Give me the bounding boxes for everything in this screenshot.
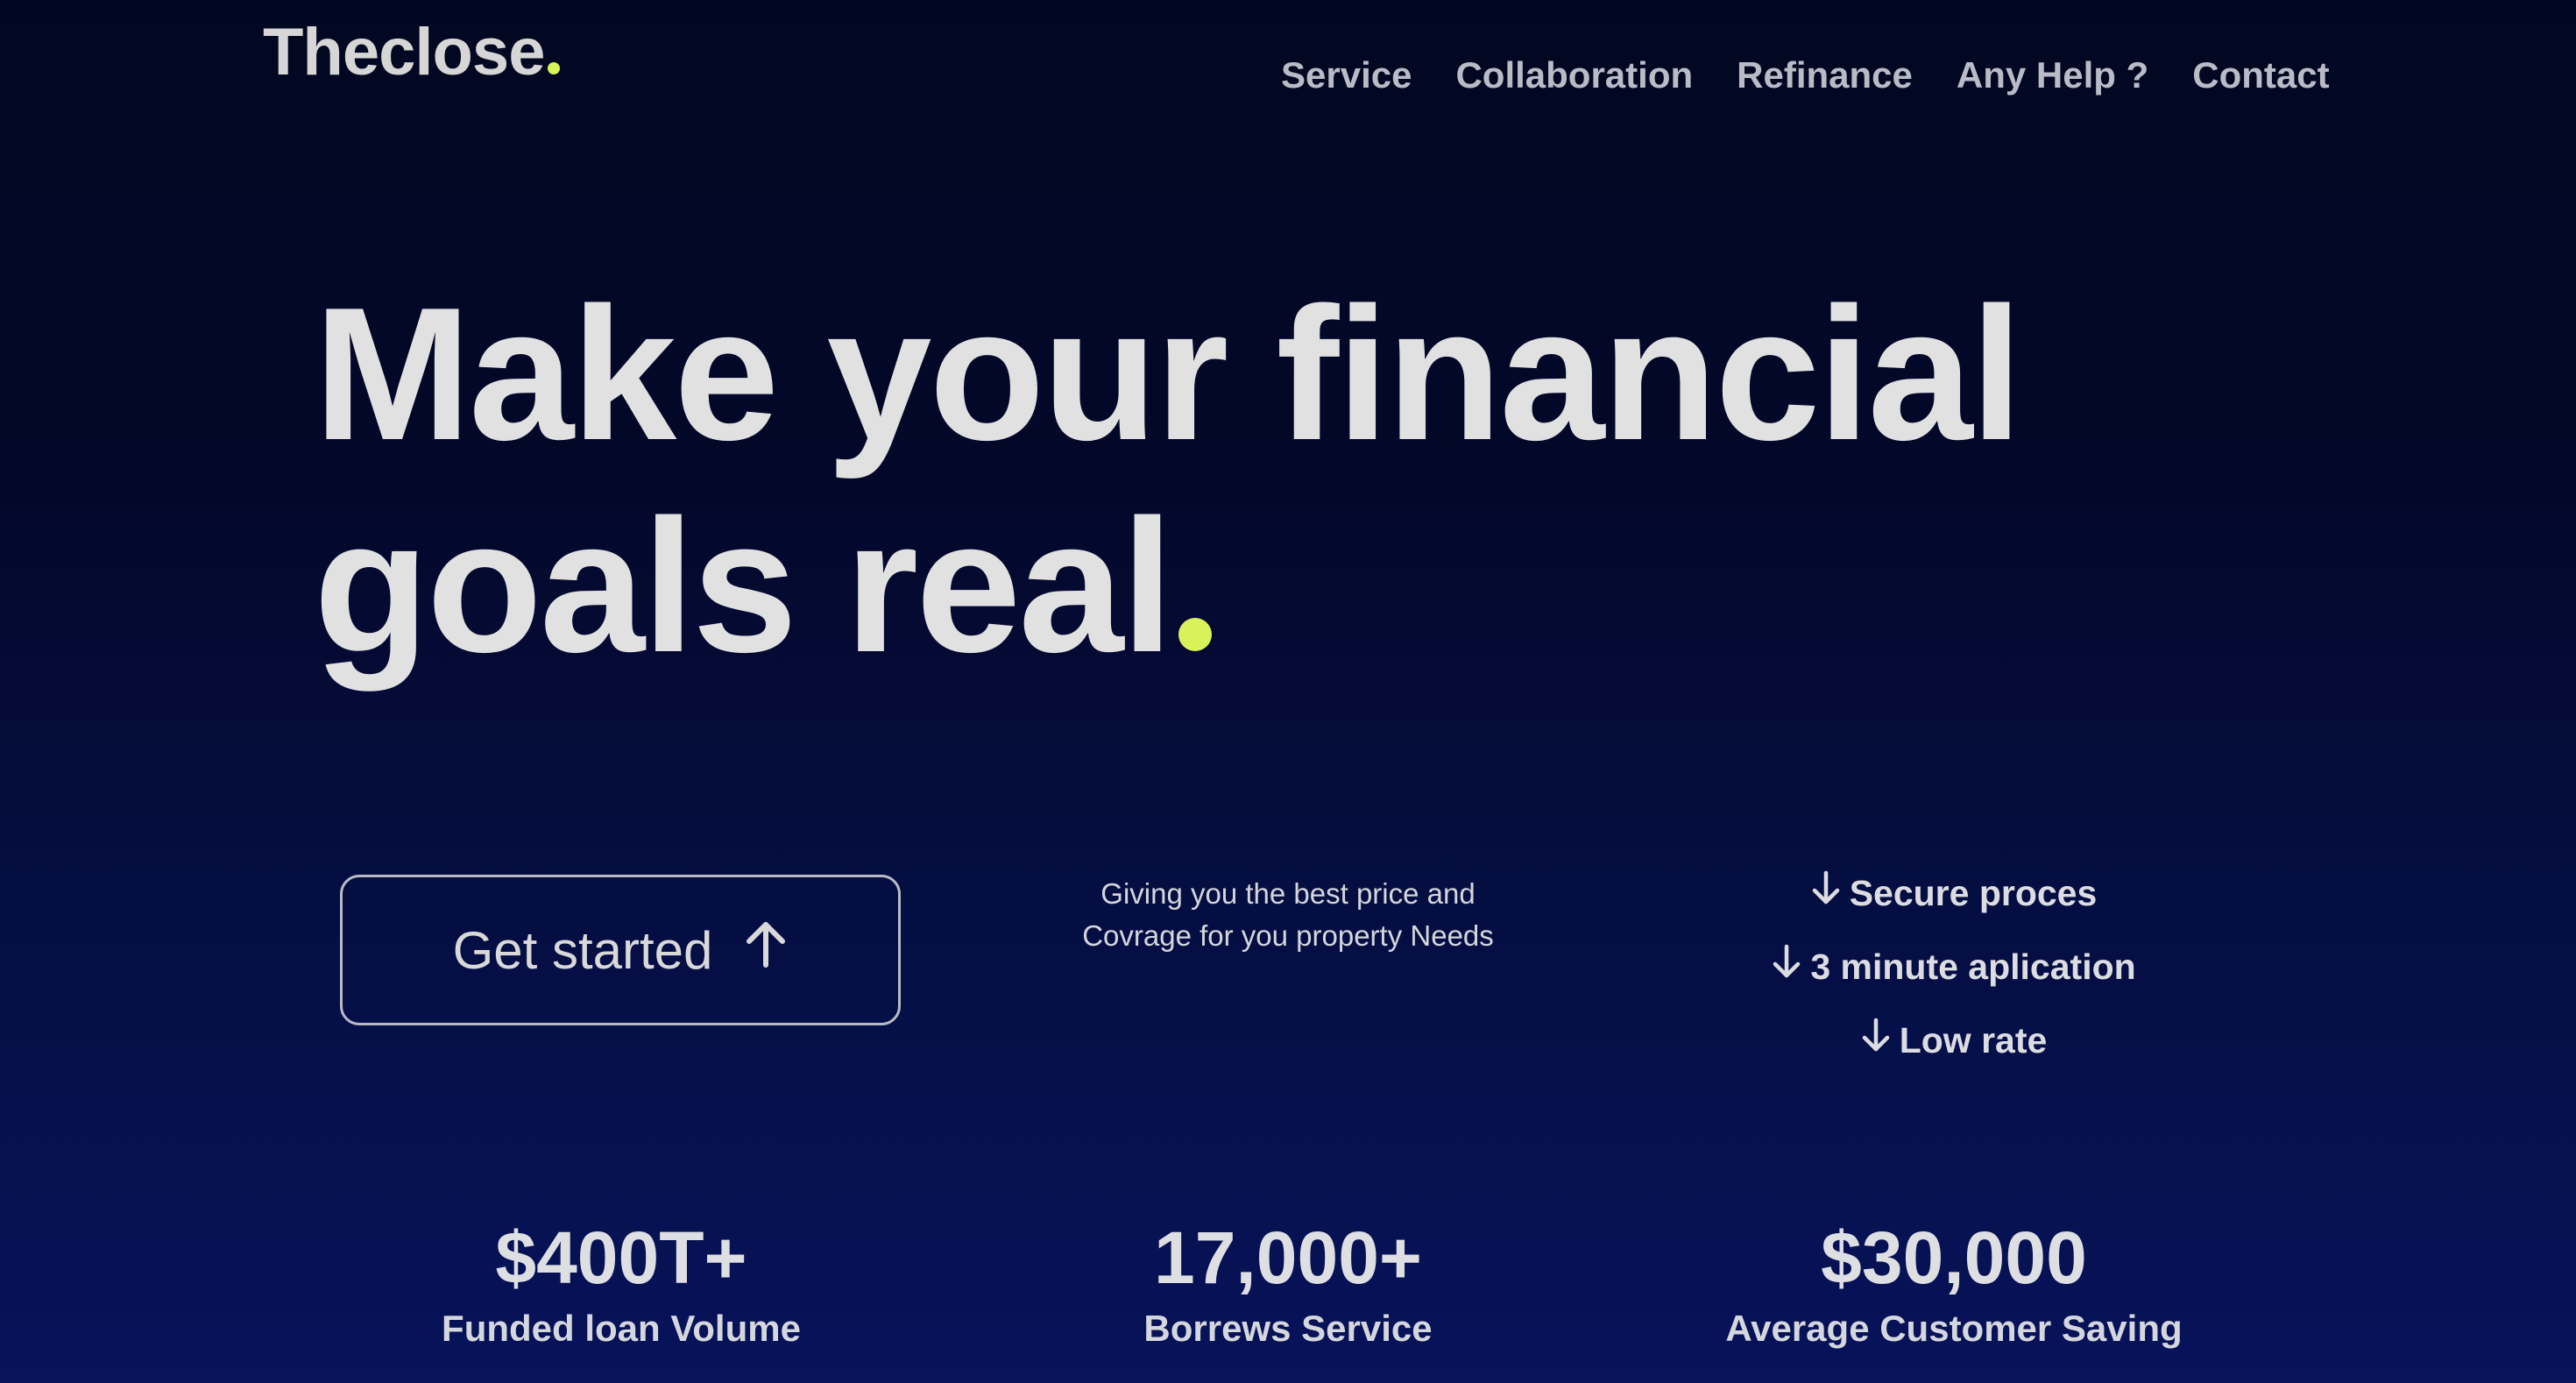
feature-label: 3 minute aplication bbox=[1810, 947, 2136, 987]
feature-item: 3 minute aplication bbox=[1772, 941, 2136, 992]
feature-list: Secure proces 3 minute aplication Low ra… bbox=[1717, 868, 2190, 1066]
feature-label: Low rate bbox=[1899, 1020, 2048, 1060]
stat-label: Average Customer Saving bbox=[1725, 1308, 2183, 1349]
nav-item-any-help[interactable]: Any Help ? bbox=[1957, 54, 2148, 96]
tagline-text: Giving you the best price and Covrage fo… bbox=[1082, 877, 1494, 952]
stat-borrowers-served: 17,000+ Borrews Service bbox=[1008, 1214, 1568, 1352]
brand-dot bbox=[548, 62, 561, 74]
brand-logo[interactable]: Theclose bbox=[263, 15, 561, 89]
arrow-down-icon bbox=[1811, 868, 1841, 918]
stat-value: $400T+ bbox=[495, 1216, 747, 1299]
hero-line-1: Make your financial bbox=[314, 267, 2023, 479]
nav-item-service[interactable]: Service bbox=[1281, 54, 1412, 96]
get-started-label: Get started bbox=[452, 920, 713, 980]
hero-line-2: goals real bbox=[314, 479, 1173, 692]
brand-name: Theclose bbox=[263, 15, 545, 89]
feature-item: Secure proces bbox=[1811, 868, 2098, 918]
feature-label: Secure proces bbox=[1849, 873, 2098, 913]
stat-value: $30,000 bbox=[1821, 1216, 2087, 1299]
arrow-up-icon bbox=[744, 919, 788, 981]
stat-label: Funded loan Volume bbox=[442, 1308, 801, 1349]
hero-heading: Make your financial goals real bbox=[314, 267, 2023, 692]
stat-value: 17,000+ bbox=[1154, 1216, 1422, 1299]
arrow-down-icon bbox=[1772, 941, 1801, 992]
arrow-down-icon bbox=[1861, 1015, 1891, 1066]
nav-item-collaboration[interactable]: Collaboration bbox=[1455, 54, 1693, 96]
nav-item-contact[interactable]: Contact bbox=[2192, 54, 2329, 96]
nav-item-refinance[interactable]: Refinance bbox=[1737, 54, 1913, 96]
main-nav: Service Collaboration Refinance Any Help… bbox=[1281, 54, 2330, 96]
feature-item: Low rate bbox=[1861, 1015, 2048, 1066]
stat-average-saving: $30,000 Average Customer Saving bbox=[1674, 1214, 2234, 1352]
hero-line-2-wrap: goals real bbox=[314, 479, 2020, 692]
hero-accent-dot bbox=[1178, 618, 1212, 651]
stat-label: Borrews Service bbox=[1143, 1308, 1433, 1349]
stat-funded-volume: $400T+ Funded loan Volume bbox=[341, 1214, 902, 1352]
get-started-button[interactable]: Get started bbox=[340, 875, 901, 1025]
